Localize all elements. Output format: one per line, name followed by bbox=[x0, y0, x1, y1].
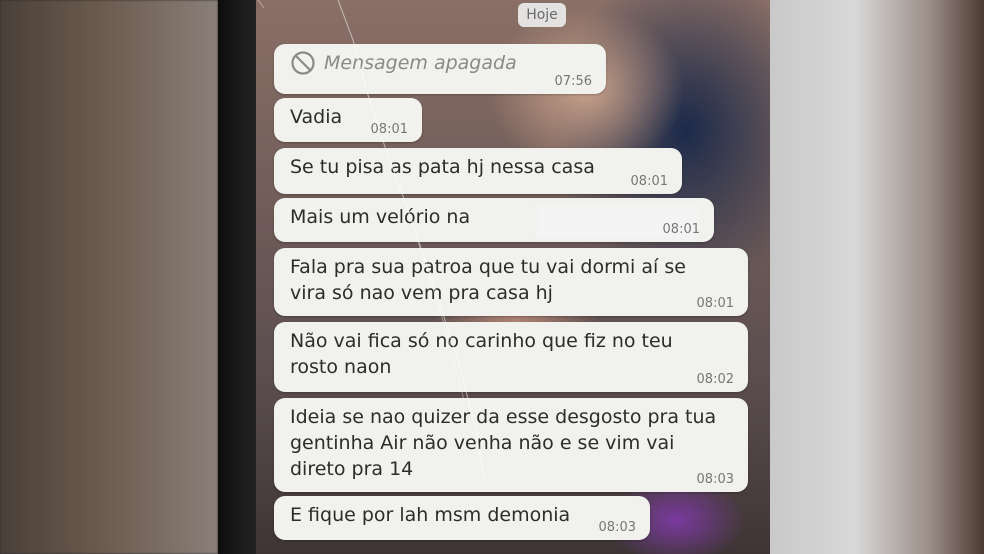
message-time: 07:56 bbox=[554, 74, 592, 89]
blurred-background-left bbox=[0, 0, 218, 554]
message-time: 08:02 bbox=[696, 372, 734, 387]
message-bubble[interactable]: Vadia 08:01 bbox=[274, 98, 422, 142]
message-text: Fala pra sua patroa que tu vai dormi aí … bbox=[290, 256, 686, 304]
message-bubble[interactable]: Fala pra sua patroa que tu vai dormi aí … bbox=[274, 248, 748, 316]
phone-screen: Hoje Mensagem apagada 07:56 Vadia 08:01 … bbox=[218, 0, 770, 554]
message-bubble[interactable]: Não vai fica só no carinho que fiz no te… bbox=[274, 322, 748, 392]
message-time: 08:01 bbox=[696, 296, 734, 311]
message-time: 08:03 bbox=[696, 472, 734, 487]
blocked-circle-icon bbox=[291, 51, 315, 75]
phone-bezel bbox=[218, 0, 256, 554]
message-time: 08:01 bbox=[662, 222, 700, 237]
message-bubble[interactable]: Ideia se nao quizer da esse desgosto pra… bbox=[274, 398, 748, 492]
blurred-background-right bbox=[770, 0, 984, 554]
message-time: 08:01 bbox=[630, 174, 668, 189]
message-time: 08:01 bbox=[370, 122, 408, 137]
message-time: 08:03 bbox=[598, 520, 636, 535]
message-text: Não vai fica só no carinho que fiz no te… bbox=[290, 330, 673, 378]
message-text: E fique por lah msm demonia bbox=[290, 504, 571, 526]
message-text: Se tu pisa as pata hj nessa casa bbox=[290, 156, 595, 178]
deleted-message: Mensagem apagada bbox=[290, 50, 594, 76]
date-separator: Hoje bbox=[518, 3, 566, 27]
message-bubble[interactable]: Mais um velório na 08:01 bbox=[274, 198, 714, 242]
message-bubble[interactable]: E fique por lah msm demonia 08:03 bbox=[274, 496, 650, 540]
deleted-message-text: Mensagem apagada bbox=[324, 52, 517, 74]
message-bubble[interactable]: Se tu pisa as pata hj nessa casa 08:01 bbox=[274, 148, 682, 194]
deleted-message-bubble[interactable]: Mensagem apagada 07:56 bbox=[274, 44, 606, 94]
message-text: Ideia se nao quizer da esse desgosto pra… bbox=[290, 406, 717, 480]
